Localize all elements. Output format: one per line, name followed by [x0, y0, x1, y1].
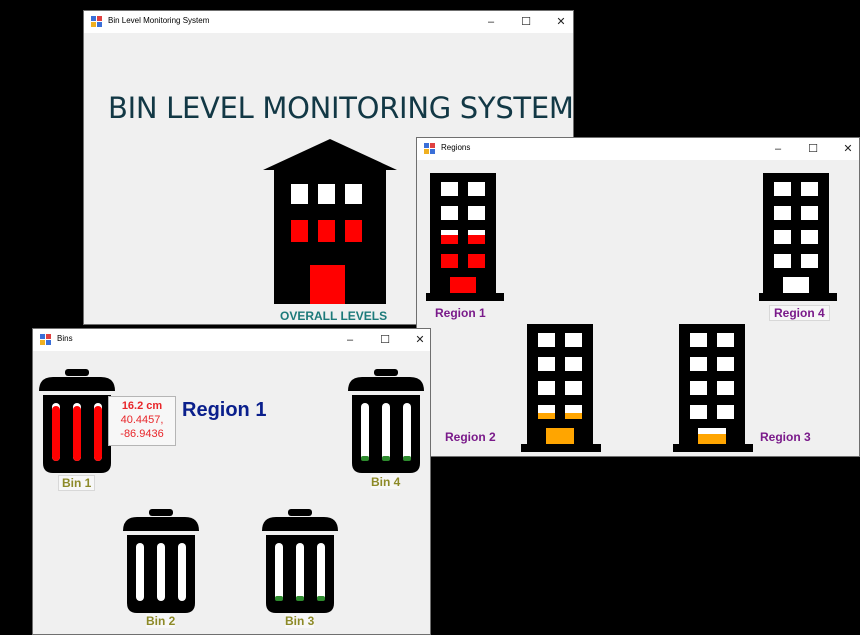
region-4-building-icon[interactable]: [759, 173, 841, 301]
regions-titlebar[interactable]: Regions – ☐ ✕: [417, 138, 859, 160]
main-window-title: Bin Level Monitoring System: [108, 16, 210, 25]
region-1-label[interactable]: Region 1: [435, 306, 486, 320]
bin-3-trash-icon[interactable]: [262, 509, 338, 613]
bin-3-label[interactable]: Bin 3: [285, 614, 315, 628]
overall-levels-label: OVERALL LEVELS: [280, 309, 388, 323]
close-button[interactable]: ✕: [405, 332, 430, 348]
main-titlebar[interactable]: Bin Level Monitoring System – ☐ ✕: [84, 11, 573, 33]
region-3-label[interactable]: Region 3: [760, 430, 811, 444]
bin-longitude-text: -86.9436: [120, 428, 164, 440]
region-2-label[interactable]: Region 2: [445, 430, 496, 444]
app-icon: [91, 16, 102, 27]
app-icon: [424, 143, 435, 154]
main-heading: BIN LEVEL MONITORING SYSTEM: [108, 91, 574, 125]
bin-1-label[interactable]: Bin 1: [58, 475, 96, 491]
region-3-building-icon[interactable]: [673, 324, 753, 452]
region-1-building-icon[interactable]: [426, 173, 508, 301]
close-button[interactable]: ✕: [833, 141, 859, 157]
overall-building-icon: [263, 139, 397, 304]
region-4-label[interactable]: Region 4: [769, 305, 830, 321]
bin-2-label[interactable]: Bin 2: [146, 614, 176, 628]
maximize-button[interactable]: ☐: [511, 14, 541, 30]
bin-1-trash-icon[interactable]: [39, 369, 115, 473]
bin-distance-text: 16.2 cm: [121, 400, 163, 412]
minimize-button[interactable]: –: [335, 332, 365, 348]
bin-2-trash-icon[interactable]: [123, 509, 199, 613]
maximize-button[interactable]: ☐: [370, 332, 400, 348]
bins-window-title: Bins: [57, 334, 73, 343]
region-2-building-icon[interactable]: [521, 324, 601, 452]
close-button[interactable]: ✕: [546, 14, 573, 30]
app-icon: [40, 334, 51, 345]
region-title: Region 1: [182, 399, 267, 421]
bin-4-trash-icon[interactable]: [348, 369, 424, 473]
regions-window-title: Regions: [441, 143, 471, 152]
bin-info-box: 16.2 cm 40.4457, -86.9436: [108, 396, 176, 446]
bins-titlebar[interactable]: Bins – ☐ ✕: [33, 329, 430, 351]
bin-latitude-text: 40.4457,: [120, 414, 164, 426]
minimize-button[interactable]: –: [763, 141, 793, 157]
maximize-button[interactable]: ☐: [798, 141, 828, 157]
minimize-button[interactable]: –: [476, 14, 506, 30]
regions-window: Regions – ☐ ✕ Region 1 Region 4 Region 2: [416, 137, 860, 457]
bin-4-label[interactable]: Bin 4: [371, 475, 401, 489]
bins-window: Bins – ☐ ✕ Bin 1 16.2 cm 40.4457, -86.94…: [32, 328, 431, 635]
